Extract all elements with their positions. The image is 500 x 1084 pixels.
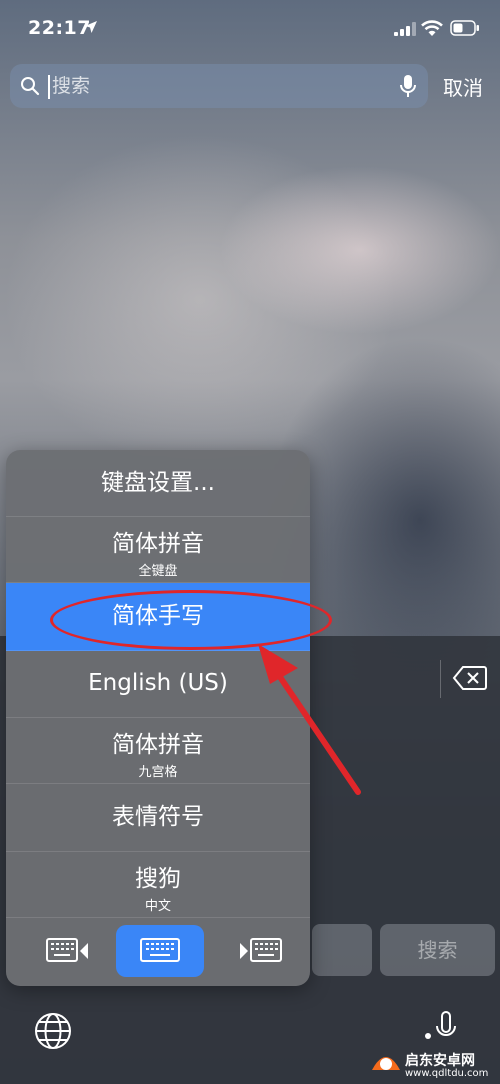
- keyboard-divider: [440, 660, 441, 698]
- text-caret: [48, 75, 50, 99]
- search-bar[interactable]: [10, 64, 428, 108]
- cancel-button[interactable]: 取消: [443, 72, 483, 101]
- delete-icon[interactable]: [452, 664, 488, 692]
- menu-item-title: 简体拼音: [112, 531, 204, 557]
- battery-icon: [450, 20, 479, 36]
- annotation-arrow: [258, 644, 361, 795]
- keyboard-right-icon: [240, 938, 282, 962]
- keyboard-full-icon: [140, 938, 180, 962]
- microphone-icon[interactable]: [398, 74, 418, 98]
- keyboard-right-button[interactable]: [216, 925, 304, 977]
- keyboard-left-icon: [46, 938, 88, 962]
- keyboard-left-button[interactable]: [24, 925, 112, 977]
- search-icon: [21, 77, 40, 96]
- menu-item-title: 搜狗: [135, 866, 181, 892]
- menu-item-title: 键盘设置...: [101, 470, 215, 496]
- menu-item-pinyin-full[interactable]: 简体拼音 全键盘: [6, 516, 310, 583]
- keyboard-key-blank[interactable]: [312, 924, 372, 976]
- menu-item-subtitle: 中文: [144, 899, 171, 914]
- watermark-label: 启东安卓网: [405, 1053, 475, 1069]
- cellular-signal-icon: [394, 22, 416, 36]
- globe-icon[interactable]: [34, 1012, 72, 1050]
- location-arrow-icon: [85, 21, 97, 33]
- keyboard-search-key[interactable]: 搜索: [380, 924, 495, 976]
- menu-item-subtitle: 全键盘: [138, 564, 178, 579]
- watermark-url: www.qdltdu.com: [405, 1068, 489, 1079]
- menu-item-keyboard-settings[interactable]: 键盘设置...: [6, 450, 310, 517]
- status-bar: 22:17: [0, 0, 500, 60]
- menu-item-sogou[interactable]: 搜狗 中文: [6, 851, 310, 918]
- keyboard-full-button[interactable]: [116, 925, 204, 977]
- status-time: 22:17: [28, 17, 91, 39]
- search-input[interactable]: [52, 64, 382, 108]
- wifi-icon: [421, 20, 443, 36]
